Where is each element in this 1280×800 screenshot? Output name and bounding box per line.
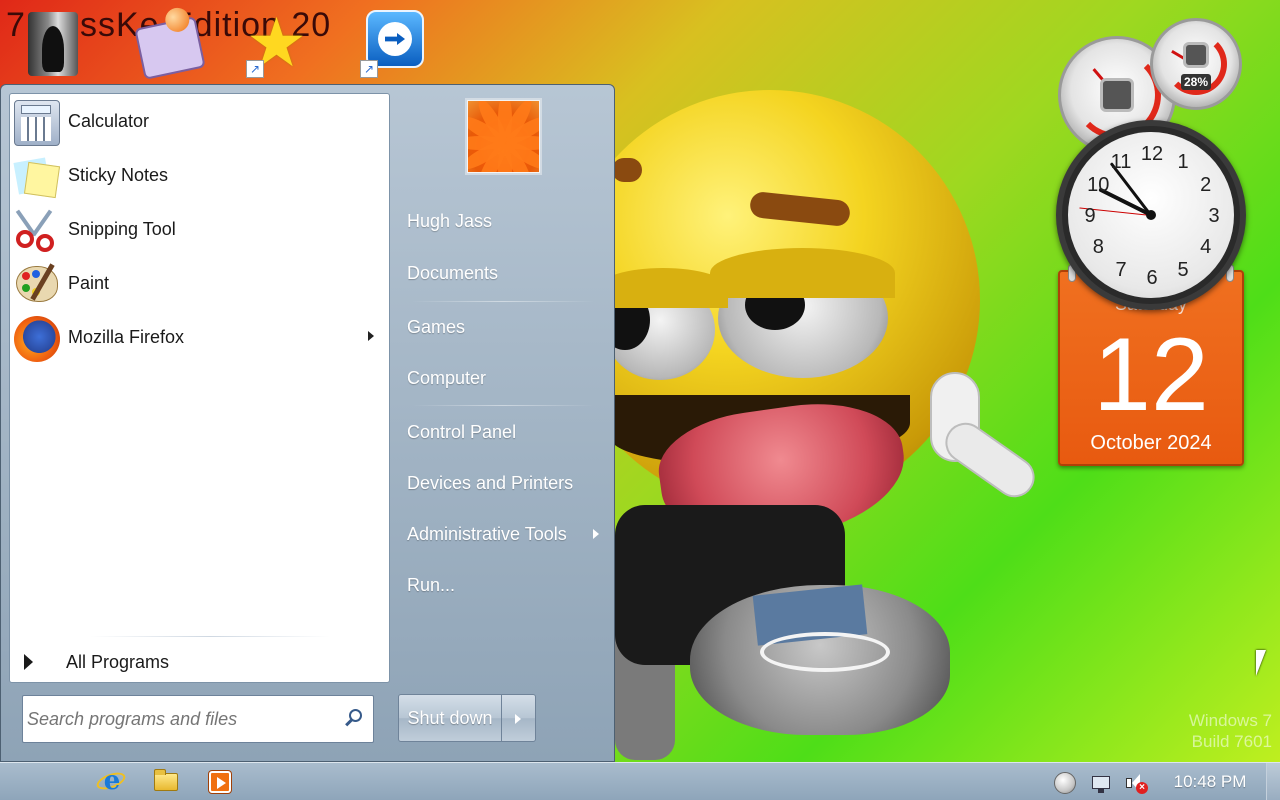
clock-numeral: 12 bbox=[1140, 143, 1164, 165]
search-input[interactable] bbox=[27, 700, 337, 738]
taskbar: e × 10:48 PM bbox=[0, 762, 1280, 800]
devices-printers-link[interactable]: Devices and Printers bbox=[391, 461, 615, 505]
clock-numeral: 6 bbox=[1146, 267, 1158, 289]
separator bbox=[411, 405, 595, 406]
snipping-tool-icon bbox=[14, 208, 60, 254]
administrative-tools-link[interactable]: Administrative Tools bbox=[391, 512, 615, 556]
computer-label: Computer bbox=[407, 368, 487, 388]
chevron-right-icon bbox=[515, 714, 521, 724]
calculator-icon bbox=[14, 100, 60, 146]
games-label: Games bbox=[407, 317, 466, 337]
clock-numeral: 4 bbox=[1200, 236, 1212, 258]
documents-label: Documents bbox=[407, 263, 499, 283]
show-desktop-button[interactable] bbox=[1266, 763, 1280, 800]
watermark-build: Build 7601 bbox=[1191, 732, 1272, 751]
documents-link[interactable]: Documents bbox=[391, 251, 615, 295]
user-avatar[interactable] bbox=[467, 100, 540, 173]
control-panel-link[interactable]: Control Panel bbox=[391, 410, 615, 454]
devices-printers-label: Devices and Printers bbox=[407, 473, 574, 493]
submenu-arrow-icon[interactable] bbox=[593, 529, 599, 539]
run-label: Run... bbox=[407, 575, 456, 595]
computer-link[interactable]: Computer bbox=[391, 356, 615, 400]
run-link[interactable]: Run... bbox=[391, 563, 615, 607]
separator bbox=[90, 636, 330, 637]
games-link[interactable]: Games bbox=[391, 305, 615, 349]
clock-numeral: 1 bbox=[1177, 151, 1189, 174]
user-name-label: Hugh Jass bbox=[407, 211, 493, 231]
clock-numeral: 5 bbox=[1177, 258, 1189, 281]
sticky-notes-icon bbox=[13, 154, 61, 200]
ram-percent-label: 28% bbox=[1180, 74, 1212, 90]
start-menu-programs-pane: Calculator Sticky Notes Snipping Tool Pa… bbox=[9, 93, 390, 683]
paint-program-icon[interactable] bbox=[134, 5, 206, 80]
pinned-program-firefox[interactable]: Mozilla Firefox bbox=[10, 310, 388, 364]
start-menu-places-pane: Hugh Jass Documents Games Computer Contr… bbox=[391, 85, 615, 763]
clock-numeral: 9 bbox=[1084, 205, 1096, 227]
pinned-program-sticky-notes[interactable]: Sticky Notes bbox=[10, 148, 388, 202]
separator bbox=[411, 301, 595, 302]
clock-face: 1 2 3 4 5 6 7 8 9 10 11 12 bbox=[1068, 132, 1234, 298]
windows-watermark: Windows 7 Build 7601 bbox=[1189, 710, 1272, 752]
paint-icon bbox=[14, 262, 60, 308]
clock-numeral: 3 bbox=[1208, 205, 1220, 227]
pinned-program-label: Snipping Tool bbox=[68, 219, 176, 239]
action-center-icon[interactable] bbox=[1054, 772, 1076, 794]
pinned-program-label: Paint bbox=[68, 273, 110, 293]
media-player-icon[interactable] bbox=[192, 765, 246, 799]
administrative-tools-label: Administrative Tools bbox=[407, 524, 567, 544]
volume-muted-icon[interactable]: × bbox=[1124, 772, 1148, 794]
all-programs-button[interactable]: All Programs bbox=[10, 644, 388, 680]
pinned-program-snipping-tool[interactable]: Snipping Tool bbox=[10, 202, 388, 256]
clock-numeral: 10 bbox=[1087, 174, 1110, 196]
all-programs-label: All Programs bbox=[66, 652, 170, 672]
teamviewer-icon[interactable]: ↗ bbox=[360, 8, 430, 78]
expand-arrow-icon bbox=[24, 654, 33, 670]
clock-numeral: 7 bbox=[1115, 258, 1127, 281]
watermark-version: Windows 7 bbox=[1188, 711, 1272, 730]
ram-gauge: 28% bbox=[1150, 18, 1242, 110]
pinned-program-label: Mozilla Firefox bbox=[68, 327, 185, 347]
internet-explorer-icon[interactable]: e bbox=[84, 765, 138, 799]
user-folder-link[interactable]: Hugh Jass bbox=[391, 199, 615, 243]
shutdown-label: Shut down bbox=[407, 708, 493, 728]
control-panel-label: Control Panel bbox=[407, 422, 517, 442]
pinned-program-paint[interactable]: Paint bbox=[10, 256, 388, 310]
taskbar-clock[interactable]: 10:48 PM bbox=[1160, 763, 1260, 800]
pinned-program-label: Sticky Notes bbox=[68, 165, 169, 185]
clock-gadget[interactable]: 1 2 3 4 5 6 7 8 9 10 11 12 bbox=[1056, 120, 1246, 310]
submenu-arrow-icon[interactable] bbox=[368, 331, 374, 341]
network-icon[interactable] bbox=[1090, 772, 1112, 794]
pinned-program-label: Calculator bbox=[68, 111, 150, 131]
search-icon[interactable] bbox=[345, 709, 363, 727]
search-box[interactable] bbox=[22, 695, 374, 743]
shutdown-options-button[interactable] bbox=[502, 694, 536, 742]
mouse-cursor bbox=[1256, 650, 1266, 676]
clock-numeral: 8 bbox=[1092, 236, 1104, 258]
favorites-star-icon[interactable]: ★ ↗ bbox=[246, 8, 316, 78]
pinned-program-calculator[interactable]: Calculator bbox=[10, 94, 388, 148]
calendar-month-year: October 2024 bbox=[1090, 432, 1212, 454]
shutdown-button[interactable]: Shut down bbox=[398, 694, 502, 742]
clock-numeral: 11 bbox=[1110, 151, 1132, 174]
windows-explorer-icon[interactable] bbox=[138, 765, 192, 799]
book-reader-icon[interactable] bbox=[20, 8, 90, 78]
calendar-date: 12 bbox=[1093, 317, 1209, 433]
clock-numeral: 2 bbox=[1200, 174, 1212, 196]
start-menu: Calculator Sticky Notes Snipping Tool Pa… bbox=[0, 84, 615, 762]
firefox-icon bbox=[14, 316, 60, 362]
